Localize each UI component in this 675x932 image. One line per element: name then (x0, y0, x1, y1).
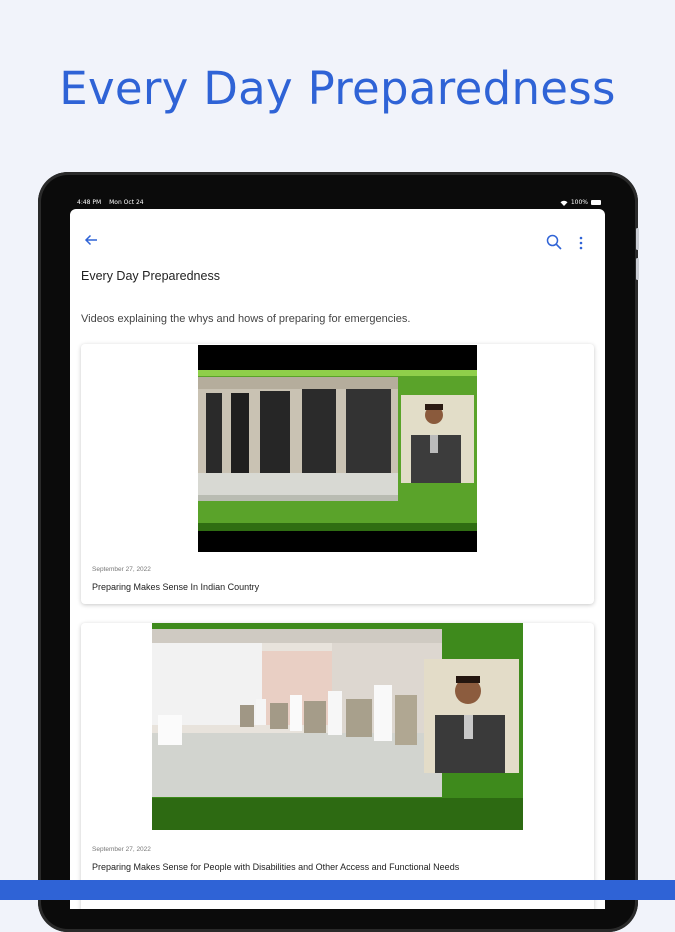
wifi-icon (560, 200, 568, 206)
video-card[interactable]: September 27, 2022 Preparing Makes Sense… (81, 623, 594, 909)
video-thumbnail-image (152, 623, 523, 830)
app-screen: Every Day Preparedness Videos explaining… (70, 209, 605, 909)
search-icon[interactable] (546, 234, 562, 250)
video-thumbnail-image (198, 345, 477, 552)
battery-percent: 100% (570, 199, 588, 206)
more-vertical-icon[interactable] (578, 236, 584, 250)
battery-icon (591, 200, 601, 205)
app-bar (70, 209, 605, 259)
video-date: September 27, 2022 (92, 566, 151, 573)
page-title: Every Day Preparedness (81, 269, 220, 283)
video-title[interactable]: Preparing Makes Sense In Indian Country (92, 582, 259, 592)
video-title[interactable]: Preparing Makes Sense for People with Di… (92, 862, 459, 872)
status-time: 4:48 PM (77, 199, 102, 206)
video-thumbnail[interactable] (152, 623, 523, 830)
status-bar: 4:48 PM Mon Oct 24 100% (73, 197, 603, 209)
video-card[interactable]: September 27, 2022 Preparing Makes Sense… (81, 344, 594, 604)
video-thumbnail[interactable] (198, 345, 477, 552)
promo-headline: Every Day Preparedness (59, 62, 616, 115)
arrow-left-icon[interactable] (84, 233, 98, 247)
video-date: September 27, 2022 (92, 846, 151, 853)
tablet-side-button (636, 228, 639, 250)
status-date: Mon Oct 24 (109, 199, 144, 206)
tablet-side-button (636, 258, 639, 280)
promo-bottom-bar (0, 880, 675, 900)
page-description: Videos explaining the whys and hows of p… (81, 313, 411, 325)
